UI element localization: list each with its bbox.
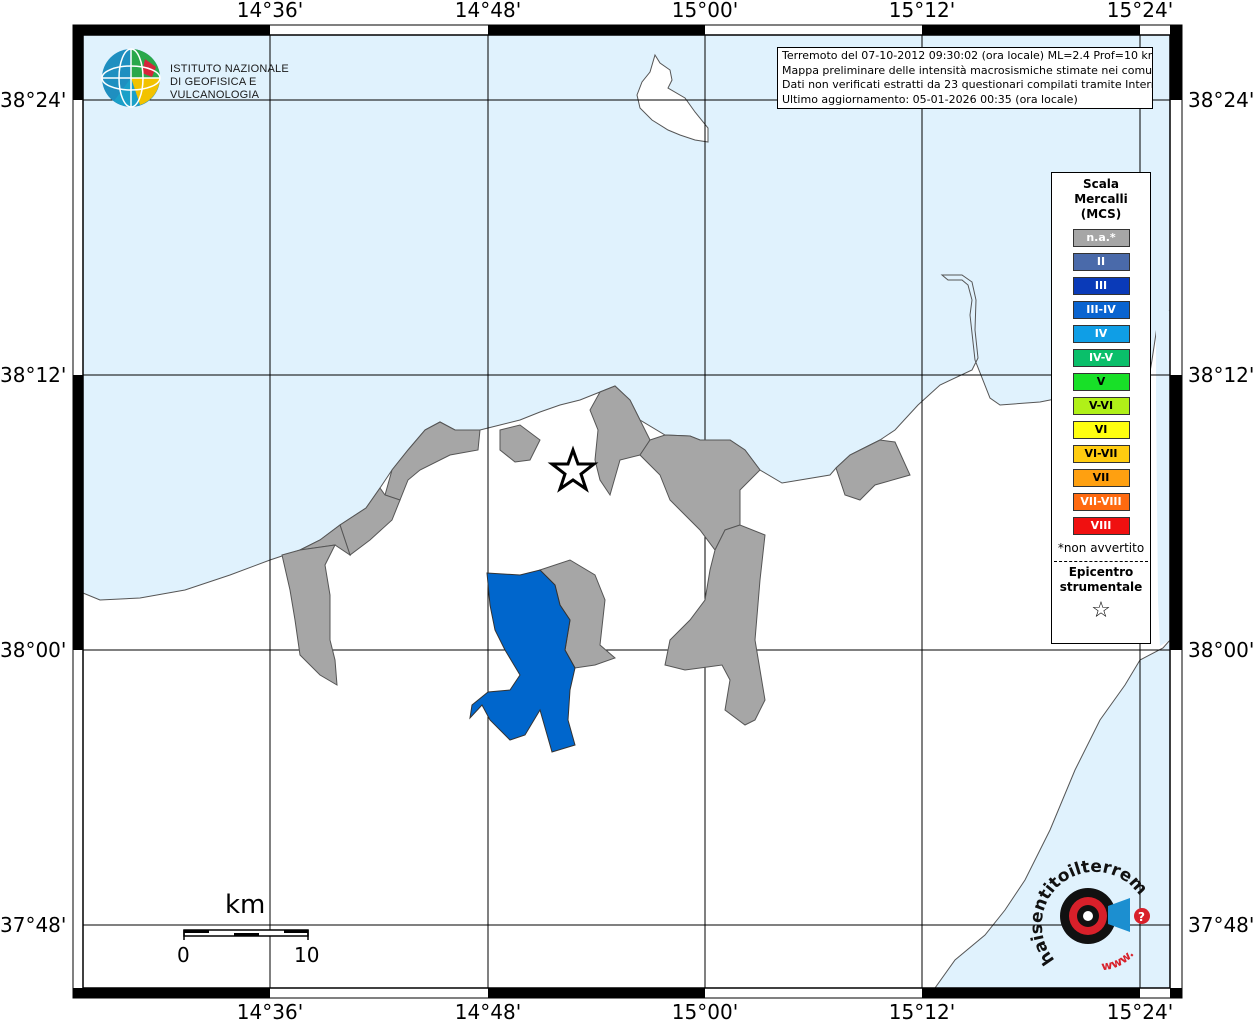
lon-label-top: 14°48'	[454, 0, 522, 22]
brand-text-path: haisentitoilterremoto.it	[1030, 860, 1151, 969]
legend-swatch: VIII	[1072, 517, 1130, 535]
event-info-line: Ultimo aggiornamento: 05-01-2026 00:35 (…	[782, 92, 1078, 106]
lon-label-top: 15°12'	[888, 0, 956, 22]
legend-epicenter-line: Epicentro	[1068, 565, 1134, 579]
lat-label-right: 38°12'	[1188, 363, 1254, 387]
lon-label-bottom: 15°00'	[671, 1000, 739, 1024]
lat-label-left: 38°00'	[0, 638, 67, 662]
legend-title-line: Scala	[1082, 177, 1120, 191]
legend-swatch: V-VI	[1072, 397, 1130, 415]
lon-label-bottom: 14°36'	[236, 1000, 304, 1024]
lon-label-top: 14°36'	[236, 0, 304, 22]
lat-label-left: 37°48'	[0, 913, 67, 937]
legend-swatch: V	[1072, 373, 1130, 391]
globe-icon	[101, 48, 161, 108]
legend-swatch: VI-VII	[1072, 445, 1130, 463]
event-info-line: Mappa preliminare delle intensità macros…	[782, 63, 1153, 77]
lon-label-top: 15°00'	[671, 0, 739, 22]
legend-swatch: VII	[1072, 469, 1130, 487]
legend-title-line: Mercalli	[1074, 192, 1128, 206]
lat-label-right: 38°24'	[1188, 88, 1254, 112]
legend-swatch: VII-VIII	[1072, 493, 1130, 511]
lat-label-left: 38°24'	[0, 88, 67, 112]
legend-swatch: IV	[1072, 325, 1130, 343]
scale-start-label: 0	[177, 943, 190, 967]
ingv-logo: ISTITUTO NAZIONALE DI GEOFISICA E VULCAN…	[100, 47, 340, 109]
brand-text: haisentitoilterremoto.it www.	[1030, 860, 1151, 974]
lon-label-bottom: 14°48'	[454, 1000, 522, 1024]
svg-text:www.: www.	[1100, 947, 1136, 974]
legend-swatch: III-IV	[1072, 301, 1130, 319]
legend-epicenter-line: strumentale	[1059, 580, 1143, 594]
lat-label-right: 37°48'	[1188, 913, 1254, 937]
event-info-line: Terremoto del 07-10-2012 09:30:02 (ora l…	[782, 49, 1153, 62]
legend-separator	[1054, 561, 1148, 562]
legend-items: n.a.* II III III-IV IV IV-V V V-VI VI VI-VII VII VI…	[1052, 229, 1150, 535]
logo-line-2: DI GEOFISICA E VULCANOLOGIA	[170, 76, 260, 101]
lon-label-bottom: 15°24'	[1106, 1000, 1174, 1024]
scale-labels: km 0 10	[170, 890, 330, 970]
star-icon: ☆	[1091, 598, 1111, 623]
legend-title: Scala Mercalli (MCS)	[1052, 177, 1150, 222]
legend-swatch: III	[1072, 277, 1130, 295]
event-info-box: Terremoto del 07-10-2012 09:30:02 (ora l…	[777, 47, 1153, 109]
lat-label-left: 38°12'	[0, 363, 67, 387]
svg-text:haisentitoilterremoto.it: haisentitoilterremoto.it	[1030, 860, 1151, 969]
logo-line-1: ISTITUTO NAZIONALE	[170, 63, 289, 75]
legend-swatch: II	[1072, 253, 1130, 271]
brand-www-path: www.	[1100, 947, 1136, 974]
lon-label-top: 15°24'	[1106, 0, 1174, 22]
lon-label-bottom: 15°12'	[888, 1000, 956, 1024]
lat-label-right: 38°00'	[1188, 638, 1254, 662]
event-info-line: Dati non verificati estratti da 23 quest…	[782, 78, 1153, 91]
haisentito-logo: ? haisentitoilterremoto.it www.	[1030, 860, 1160, 980]
legend-swatch: IV-V	[1072, 349, 1130, 367]
legend-swatch: VI	[1072, 421, 1130, 439]
legend-title-line: (MCS)	[1080, 207, 1122, 221]
legend-epicenter-label: Epicentro strumentale	[1052, 565, 1150, 595]
legend-note: *non avvertito	[1057, 541, 1145, 555]
scale-unit: km	[225, 890, 266, 920]
sea-east-upper	[1156, 310, 1170, 646]
intensity-legend: Scala Mercalli (MCS) n.a.* II III III-IV IV I…	[1051, 172, 1151, 644]
scale-end-label: 10	[294, 943, 320, 967]
legend-swatch: n.a.*	[1072, 229, 1130, 247]
